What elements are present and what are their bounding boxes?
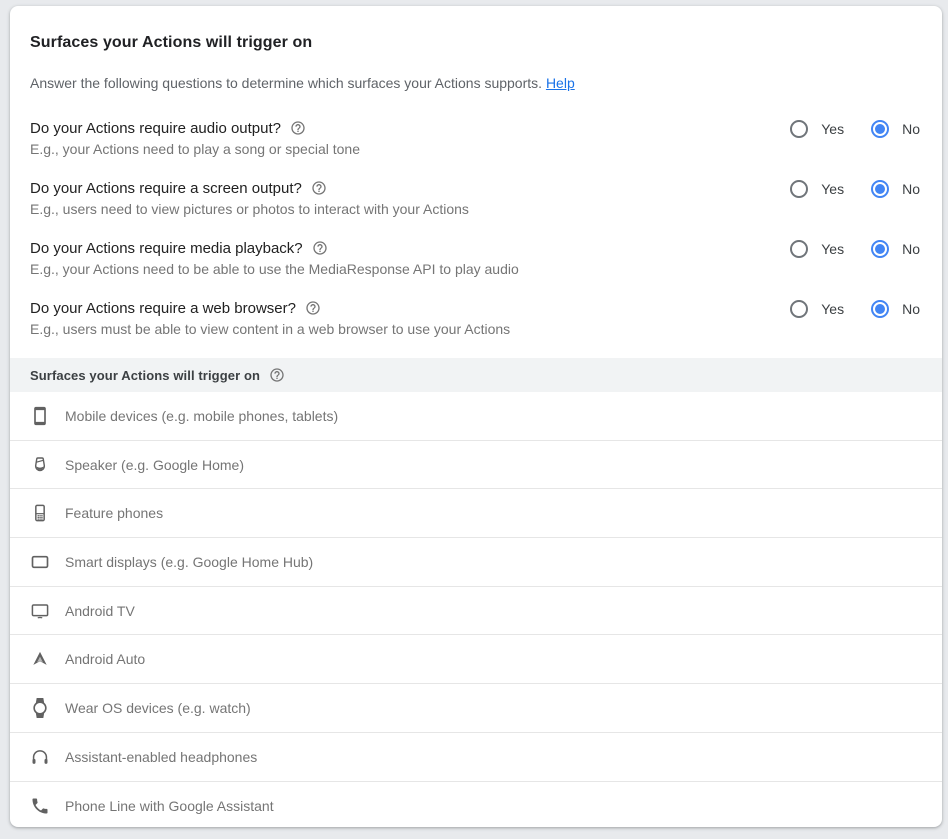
surface-row-android-auto: Android Auto (10, 635, 942, 684)
surfaces-section-header: Surfaces your Actions will trigger on (10, 358, 942, 392)
radio-option-yes[interactable]: Yes (790, 180, 844, 198)
radio-circle-yes[interactable] (790, 300, 808, 318)
help-icon[interactable] (305, 300, 321, 316)
radio-group-audio-output: Yes No (790, 119, 920, 139)
surface-label: Mobile devices (e.g. mobile phones, tabl… (65, 408, 338, 424)
radio-label-yes: Yes (821, 181, 844, 197)
page-description-text: Answer the following questions to determ… (30, 75, 542, 91)
radio-label-yes: Yes (821, 301, 844, 317)
smart-display-icon (30, 552, 50, 572)
card-header: Surfaces your Actions will trigger on An… (10, 6, 942, 91)
radio-option-yes[interactable]: Yes (790, 300, 844, 318)
surface-label: Speaker (e.g. Google Home) (65, 457, 244, 473)
radio-option-no[interactable]: No (871, 120, 920, 138)
radio-circle-no[interactable] (871, 120, 889, 138)
radio-label-no: No (902, 181, 920, 197)
question-web-browser: Do your Actions require a web browser? E… (30, 298, 920, 337)
question-title: Do your Actions require a screen output? (30, 180, 302, 197)
surface-row-android-tv: Android TV (10, 587, 942, 636)
surface-row-mobile-devices: Mobile devices (e.g. mobile phones, tabl… (10, 392, 942, 441)
radio-label-no: No (902, 301, 920, 317)
radio-circle-yes[interactable] (790, 240, 808, 258)
radio-group-media-playback: Yes No (790, 239, 920, 259)
question-title: Do your Actions require media playback? (30, 240, 303, 257)
question-media-playback: Do your Actions require media playback? … (30, 238, 920, 277)
radio-circle-no[interactable] (871, 300, 889, 318)
radio-circle-yes[interactable] (790, 180, 808, 198)
surface-row-speaker: Speaker (e.g. Google Home) (10, 441, 942, 490)
surface-label: Assistant-enabled headphones (65, 749, 257, 765)
radio-option-no[interactable]: No (871, 180, 920, 198)
radio-circle-yes[interactable] (790, 120, 808, 138)
smartphone-icon (30, 406, 50, 426)
feature-phone-icon (30, 503, 50, 523)
help-icon[interactable] (311, 180, 327, 196)
page-description: Answer the following questions to determ… (30, 75, 920, 91)
speaker-icon (30, 455, 50, 475)
radio-option-no[interactable]: No (871, 300, 920, 318)
radio-group-web-browser: Yes No (790, 299, 920, 319)
help-icon[interactable] (290, 120, 306, 136)
radio-option-no[interactable]: No (871, 240, 920, 258)
surface-row-smart-displays: Smart displays (e.g. Google Home Hub) (10, 538, 942, 587)
surfaces-section-title: Surfaces your Actions will trigger on (30, 368, 260, 383)
surface-label: Feature phones (65, 505, 163, 521)
question-subtitle: E.g., users must be able to view content… (30, 321, 510, 337)
surface-label: Wear OS devices (e.g. watch) (65, 700, 251, 716)
question-subtitle: E.g., your Actions need to be able to us… (30, 261, 519, 277)
page-title: Surfaces your Actions will trigger on (30, 34, 920, 52)
surface-row-phone-line: Phone Line with Google Assistant (10, 782, 942, 828)
question-subtitle: E.g., your Actions need to play a song o… (30, 141, 360, 157)
surface-label: Phone Line with Google Assistant (65, 798, 274, 814)
radio-option-yes[interactable]: Yes (790, 120, 844, 138)
question-title: Do your Actions require audio output? (30, 120, 281, 137)
headphones-icon (30, 747, 50, 767)
question-audio-output: Do your Actions require audio output? E.… (30, 118, 920, 157)
radio-label-yes: Yes (821, 241, 844, 257)
question-screen-output: Do your Actions require a screen output?… (30, 178, 920, 217)
surface-row-headphones: Assistant-enabled headphones (10, 733, 942, 782)
help-icon[interactable] (269, 367, 285, 383)
surface-row-wear-os: Wear OS devices (e.g. watch) (10, 684, 942, 733)
help-link[interactable]: Help (546, 75, 575, 91)
phone-icon (30, 796, 50, 816)
radio-circle-no[interactable] (871, 240, 889, 258)
surface-label: Android Auto (65, 651, 145, 667)
surface-label: Android TV (65, 603, 135, 619)
radio-group-screen-output: Yes No (790, 179, 920, 199)
radio-label-no: No (902, 241, 920, 257)
android-auto-icon (30, 649, 50, 669)
surface-row-feature-phones: Feature phones (10, 489, 942, 538)
android-tv-icon (30, 601, 50, 621)
radio-circle-no[interactable] (871, 180, 889, 198)
question-subtitle: E.g., users need to view pictures or pho… (30, 201, 469, 217)
surfaces-list: Mobile devices (e.g. mobile phones, tabl… (10, 392, 942, 827)
surfaces-settings-card: Surfaces your Actions will trigger on An… (10, 6, 942, 827)
radio-label-no: No (902, 121, 920, 137)
surface-label: Smart displays (e.g. Google Home Hub) (65, 554, 313, 570)
help-icon[interactable] (312, 240, 328, 256)
radio-label-yes: Yes (821, 121, 844, 137)
radio-option-yes[interactable]: Yes (790, 240, 844, 258)
wear-os-watch-icon (30, 698, 50, 718)
questions-list: Do your Actions require audio output? E.… (10, 91, 942, 337)
question-title: Do your Actions require a web browser? (30, 300, 296, 317)
